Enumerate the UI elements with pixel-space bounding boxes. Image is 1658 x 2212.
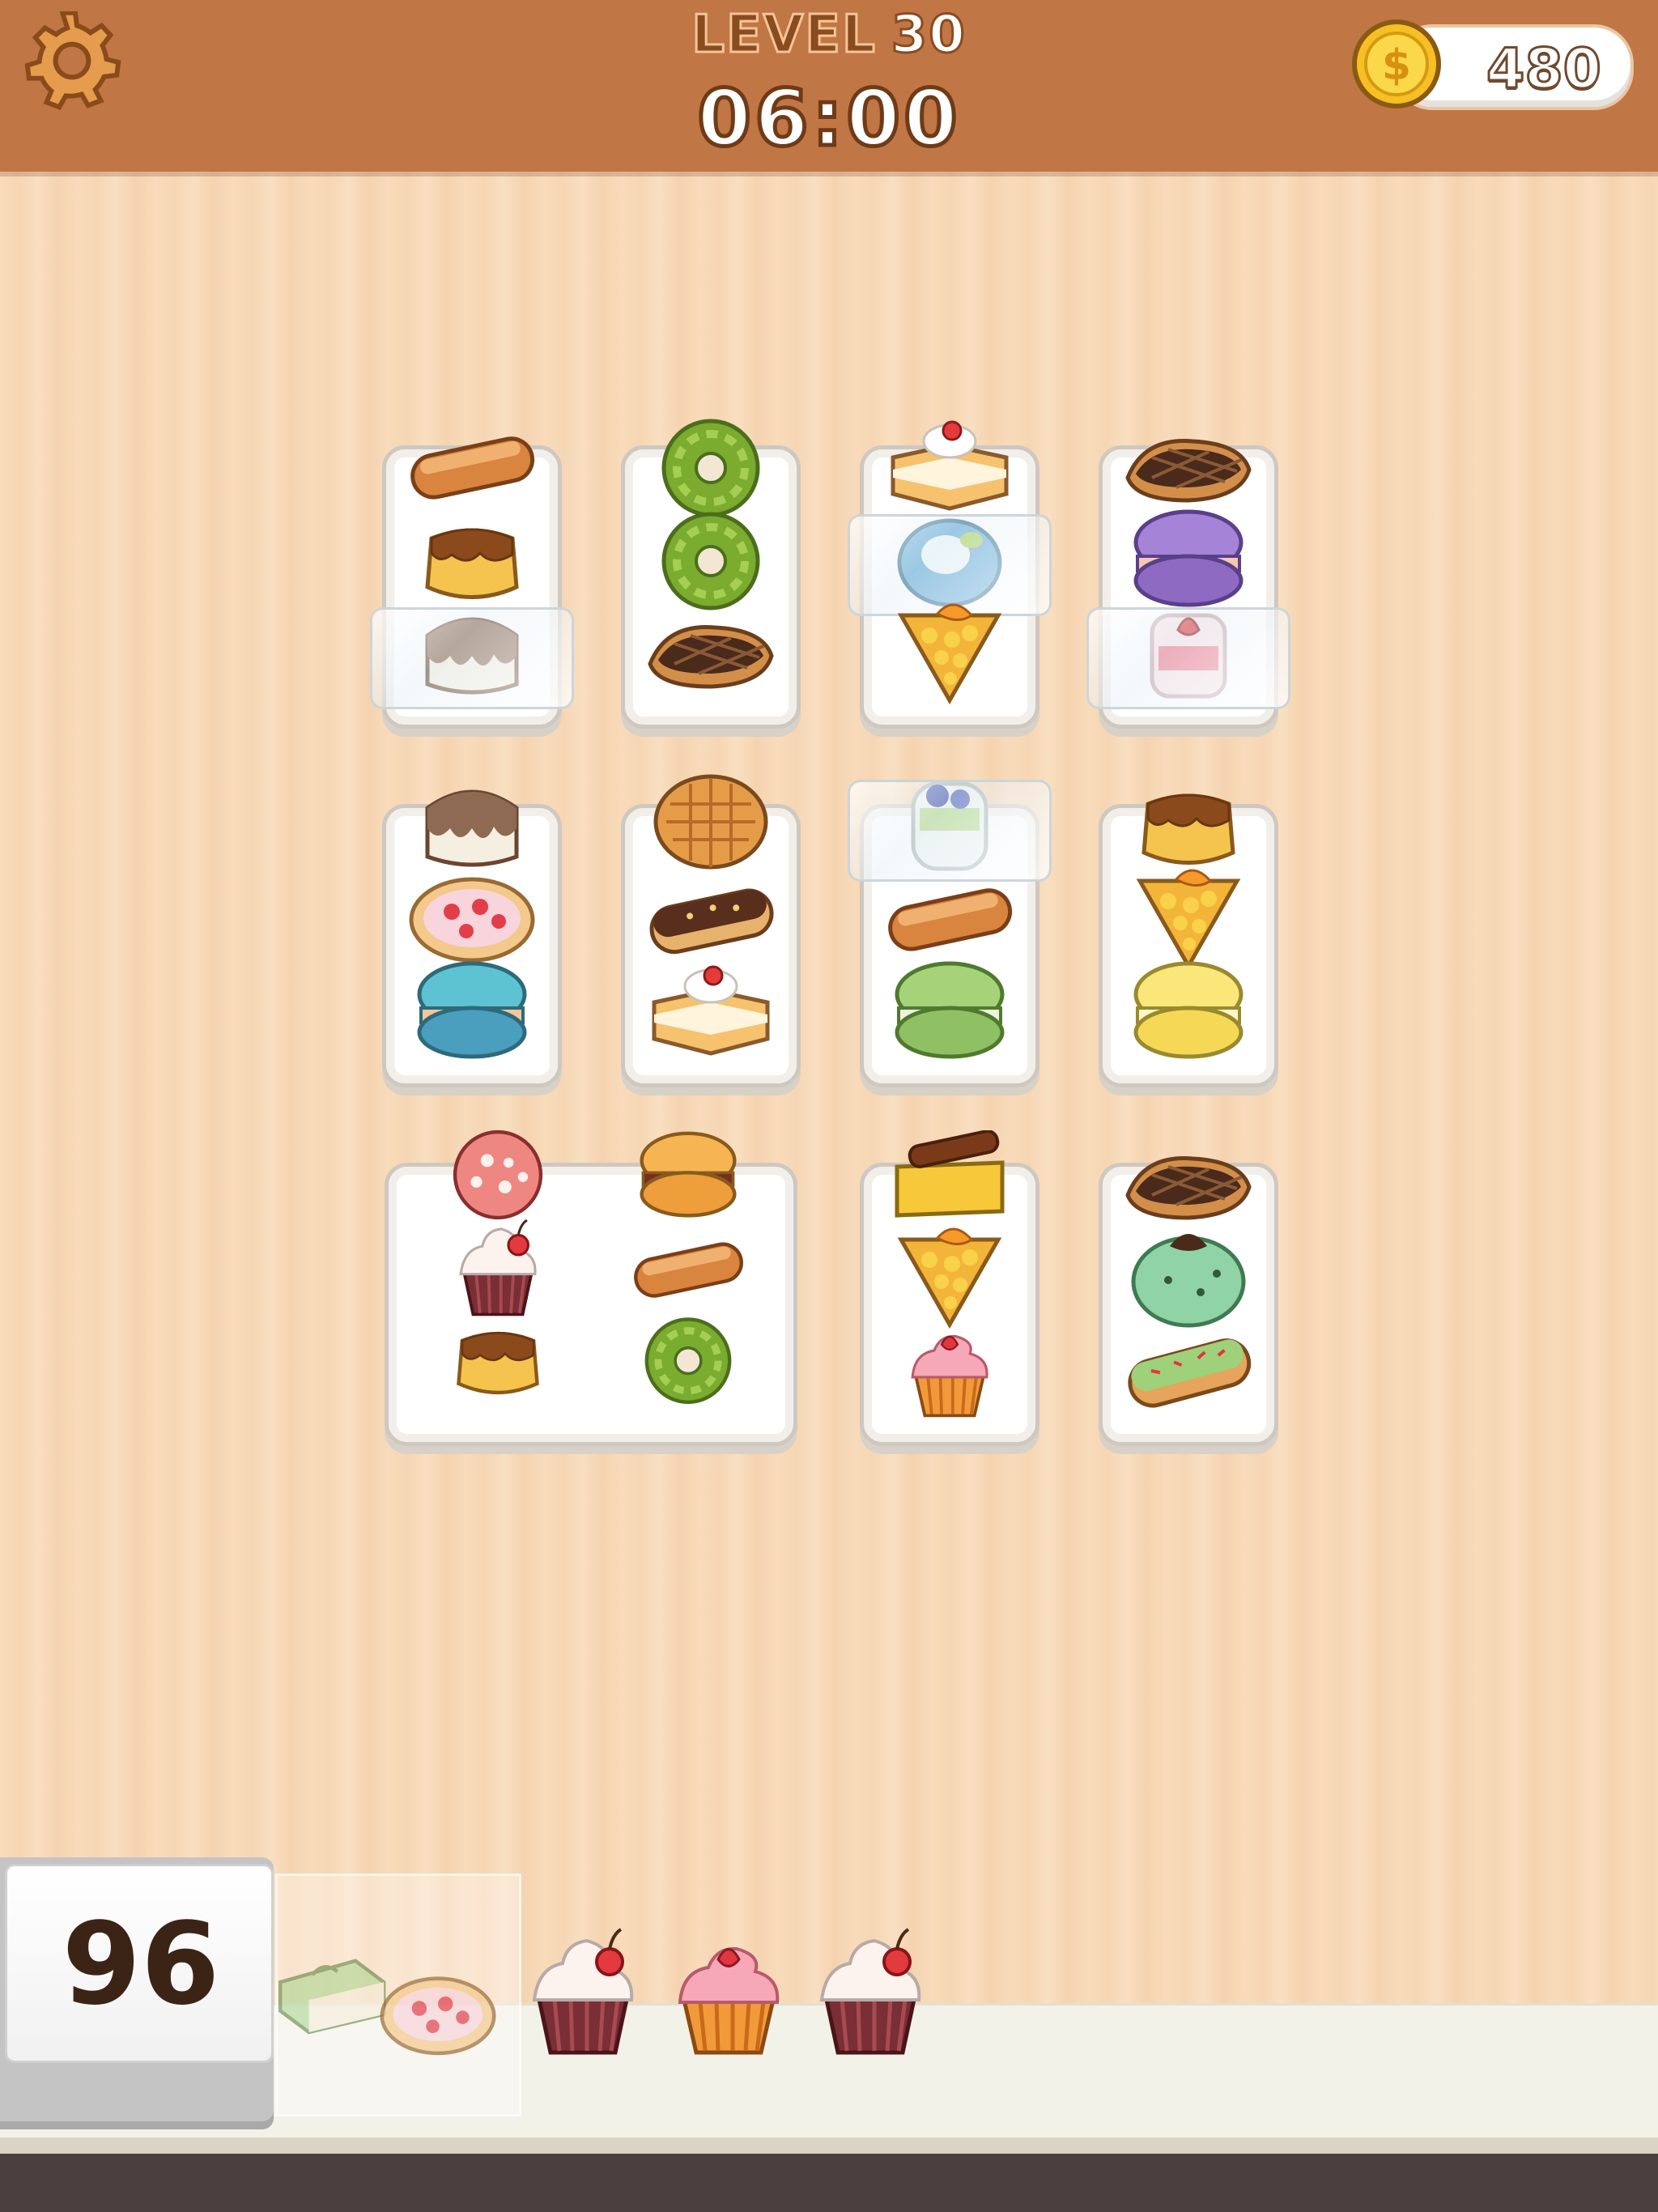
counter-face: 96 bbox=[5, 1864, 274, 2063]
dessert-mint-mousse[interactable] bbox=[1120, 1223, 1257, 1329]
tray[interactable] bbox=[1099, 1163, 1278, 1446]
floor-strip bbox=[0, 2154, 1658, 2212]
dessert-caramel-pudding[interactable] bbox=[403, 506, 541, 611]
dessert-chocolate-waffle[interactable] bbox=[642, 599, 780, 704]
tray[interactable] bbox=[1086, 445, 1290, 729]
dessert-matcha-donut[interactable] bbox=[627, 1306, 749, 1411]
dessert-mango-tart[interactable] bbox=[881, 599, 1018, 704]
dessert-green-macaron[interactable] bbox=[881, 958, 1018, 1063]
coin-amount: 480 bbox=[1486, 36, 1603, 103]
queued-item-strawberry-cookie bbox=[373, 1965, 503, 2062]
dessert-strawberry-cupcake[interactable] bbox=[881, 1317, 1018, 1422]
remaining-counter: 96 bbox=[0, 1857, 274, 2129]
tray[interactable] bbox=[382, 804, 562, 1087]
tray[interactable] bbox=[848, 445, 1052, 729]
plastic-wrap bbox=[370, 607, 574, 709]
dessert-matcha-donut[interactable] bbox=[642, 506, 780, 611]
dessert-chocolate-eclair[interactable] bbox=[642, 865, 780, 970]
dessert-orange-macaron[interactable] bbox=[627, 1122, 749, 1227]
dessert-strawberry-roll[interactable] bbox=[437, 1122, 559, 1227]
shelf-edge bbox=[0, 2138, 1658, 2154]
dessert-blue-macaron[interactable] bbox=[403, 958, 541, 1063]
dessert-purple-macaron[interactable] bbox=[1120, 506, 1257, 611]
level-label: LEVEL bbox=[691, 4, 877, 66]
dollar-coin-icon bbox=[1350, 18, 1443, 110]
tray[interactable] bbox=[1099, 804, 1278, 1087]
dessert-matcha-donut[interactable] bbox=[642, 413, 780, 518]
dessert-mango-tart[interactable] bbox=[881, 1223, 1018, 1329]
level-number: 30 bbox=[890, 4, 967, 66]
dessert-cherry-cupcake[interactable] bbox=[437, 1215, 559, 1321]
tray[interactable] bbox=[860, 1163, 1039, 1446]
dessert-caramel-pudding[interactable] bbox=[437, 1306, 559, 1411]
dessert-cherry-cream-cake[interactable] bbox=[642, 958, 780, 1063]
dessert-round-waffle[interactable] bbox=[642, 772, 780, 877]
dessert-ladyfinger[interactable] bbox=[403, 413, 541, 518]
tray[interactable] bbox=[385, 1163, 797, 1446]
dessert-cinnamon-custard[interactable] bbox=[881, 1130, 1018, 1236]
dessert-chocolate-waffle[interactable] bbox=[1120, 1130, 1257, 1236]
dock-slot-cherry-cupcake[interactable] bbox=[514, 1911, 652, 2073]
dessert-mango-tart[interactable] bbox=[1120, 865, 1257, 970]
dock-slot-strawberry-cupcake[interactable] bbox=[660, 1911, 797, 2073]
dock-slot-cherry-cupcake[interactable] bbox=[801, 1911, 939, 2073]
dessert-chocolate-waffle[interactable] bbox=[1120, 413, 1257, 518]
tray[interactable] bbox=[848, 780, 1052, 1087]
dessert-caramel-pudding[interactable] bbox=[1120, 772, 1257, 877]
dessert-yellow-macaron[interactable] bbox=[1120, 958, 1257, 1063]
queue-preview bbox=[275, 1874, 521, 2116]
dessert-ladyfinger[interactable] bbox=[627, 1215, 749, 1321]
dessert-chocolate-drip-cake[interactable] bbox=[403, 772, 541, 877]
dessert-strawberry-cookie[interactable] bbox=[403, 865, 541, 970]
dessert-ladyfinger[interactable] bbox=[881, 865, 1018, 970]
tray[interactable] bbox=[621, 804, 801, 1087]
dessert-pistachio-eclair[interactable] bbox=[1120, 1317, 1257, 1422]
remaining-count: 96 bbox=[62, 1899, 220, 2031]
tray[interactable] bbox=[621, 445, 801, 729]
dessert-cherry-cream-cake[interactable] bbox=[881, 413, 1018, 518]
top-bar: LEVEL 30 06:00 480 bbox=[0, 0, 1658, 172]
tray[interactable] bbox=[370, 445, 574, 729]
plastic-wrap bbox=[1086, 607, 1290, 709]
